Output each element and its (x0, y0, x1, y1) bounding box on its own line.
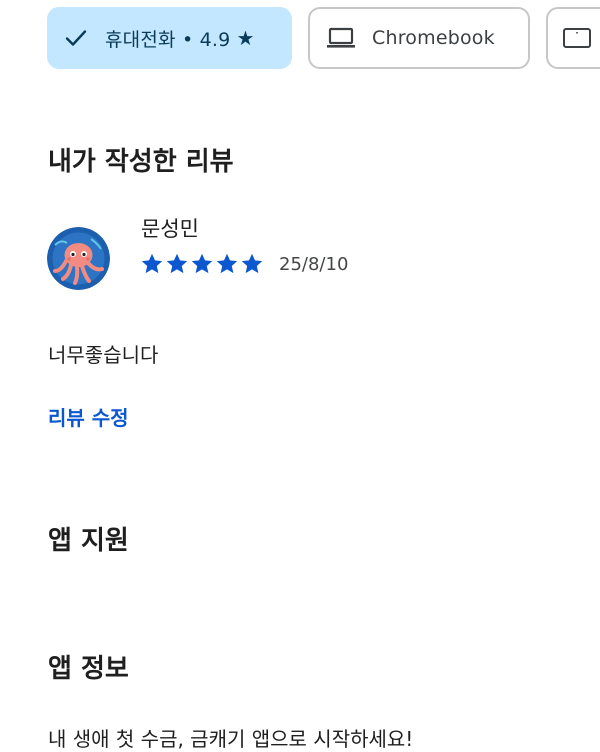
my-review-title: 내가 작성한 리뷰 (48, 147, 234, 177)
star-icon (191, 253, 213, 274)
chip-phone-label: 휴대전화 • 4.9 (105, 28, 231, 51)
device-filter-chips: 휴대전화 • 4.9 ★ Chromebook (47, 7, 600, 69)
edit-review-link[interactable]: 리뷰 수정 (48, 402, 129, 431)
chip-tablet[interactable] (546, 7, 600, 69)
tablet-icon (562, 27, 592, 49)
review-text: 너무좋습니다 (48, 343, 159, 367)
star-icon (141, 253, 163, 274)
app-description: 내 생애 첫 수금, 금캐기 앱으로 시작하세요! (48, 727, 414, 751)
laptop-icon (326, 27, 356, 49)
rating-row: 25/8/10 (140, 250, 348, 278)
reviewer-avatar (47, 227, 110, 290)
chip-phone[interactable]: 휴대전화 • 4.9 ★ (47, 7, 292, 69)
star-icon (216, 253, 238, 274)
star-icon: ★ (236, 26, 255, 50)
star-rating (140, 252, 265, 276)
octopus-avatar-icon (47, 227, 110, 290)
check-icon (65, 29, 87, 47)
star-icon (166, 253, 188, 274)
app-support-title[interactable]: 앱 지원 (48, 520, 129, 557)
star-icon (241, 253, 263, 274)
review-date: 25/8/10 (279, 253, 349, 275)
chip-chromebook-label: Chromebook (372, 27, 495, 49)
app-info-title[interactable]: 앱 정보 (48, 648, 129, 685)
chip-chromebook[interactable]: Chromebook (308, 7, 530, 69)
reviewer-name: 문성민 (141, 217, 199, 241)
